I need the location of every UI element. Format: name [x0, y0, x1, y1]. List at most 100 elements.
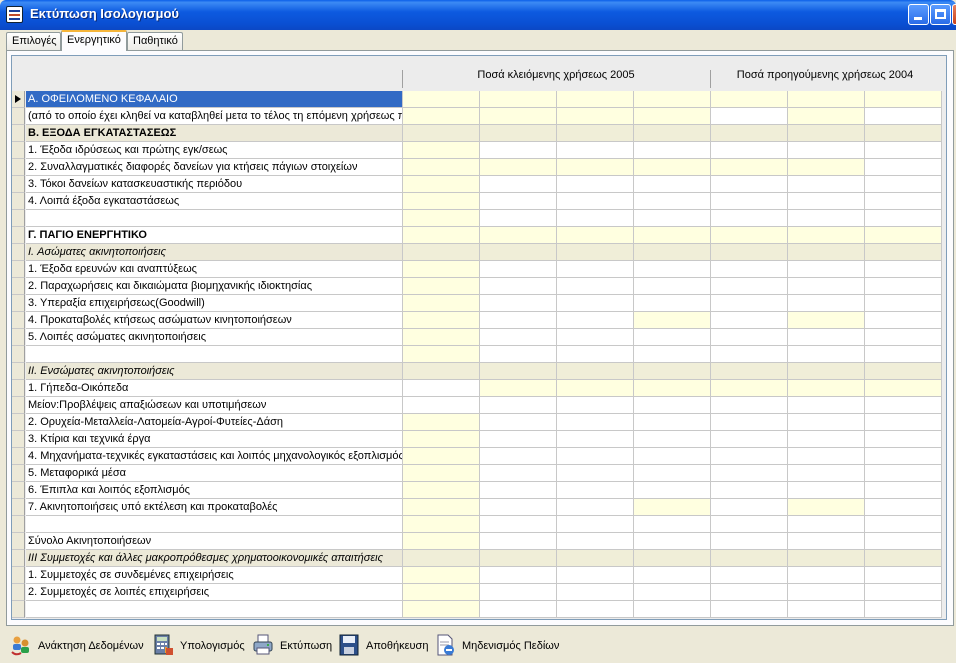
- row-label[interactable]: 4. Προκαταβολές κτήσεως ασώματων κινητοπ…: [26, 312, 403, 329]
- value-cell[interactable]: [403, 516, 480, 533]
- value-cell[interactable]: [865, 482, 942, 499]
- row-label[interactable]: Σύνολο Ακινητοποιήσεων: [26, 533, 403, 550]
- value-cell[interactable]: [480, 159, 557, 176]
- table-row[interactable]: 2. Παραχωρήσεις και δικαιώματα βιομηχανι…: [12, 278, 946, 295]
- value-cell[interactable]: [711, 448, 788, 465]
- value-cell[interactable]: [711, 159, 788, 176]
- row-indicator[interactable]: [12, 601, 25, 618]
- row-indicator[interactable]: [12, 142, 25, 159]
- value-cell[interactable]: [403, 159, 480, 176]
- table-row[interactable]: Α. ΟΦΕΙΛΟΜΕΝΟ ΚΕΦΑΛΑΙΟ: [12, 91, 946, 108]
- row-label[interactable]: (από το οποίο έχει κληθεί να καταβληθεί …: [26, 108, 403, 125]
- row-indicator[interactable]: [12, 329, 25, 346]
- table-row[interactable]: 4. Λοιπά έξοδα εγκαταστάσεως: [12, 193, 946, 210]
- row-label[interactable]: 3. Υπεραξία επιχειρήσεως(Goodwill): [26, 295, 403, 312]
- value-cell[interactable]: [865, 533, 942, 550]
- value-cell[interactable]: [480, 465, 557, 482]
- row-label[interactable]: 1. Έξοδα ερευνών και αναπτύξεως: [26, 261, 403, 278]
- value-cell[interactable]: [711, 346, 788, 363]
- value-cell[interactable]: [557, 176, 634, 193]
- table-row[interactable]: [12, 346, 946, 363]
- row-label[interactable]: Β. ΕΞΟΔΑ ΕΓΚΑΤΑΣΤΑΣΕΩΣ: [26, 125, 403, 142]
- value-cell[interactable]: [788, 431, 865, 448]
- value-cell[interactable]: [865, 227, 942, 244]
- value-cell[interactable]: [557, 312, 634, 329]
- table-row[interactable]: III Συμμετοχές και άλλες μακροπρόθεσμες …: [12, 550, 946, 567]
- value-cell[interactable]: [711, 499, 788, 516]
- value-cell[interactable]: [711, 397, 788, 414]
- table-row[interactable]: 3. Κτίρια και τεχνικά έργα: [12, 431, 946, 448]
- row-indicator[interactable]: [12, 516, 25, 533]
- value-cell[interactable]: [865, 261, 942, 278]
- value-cell[interactable]: [403, 244, 480, 261]
- row-label[interactable]: 2. Συμμετοχές σε λοιπές επιχειρήσεις: [26, 584, 403, 601]
- value-cell[interactable]: [634, 431, 711, 448]
- value-cell[interactable]: [865, 465, 942, 482]
- value-cell[interactable]: [865, 159, 942, 176]
- value-cell[interactable]: [711, 414, 788, 431]
- value-cell[interactable]: [634, 278, 711, 295]
- value-cell[interactable]: [480, 176, 557, 193]
- value-cell[interactable]: [711, 210, 788, 227]
- value-cell[interactable]: [557, 346, 634, 363]
- value-cell[interactable]: [480, 380, 557, 397]
- row-label[interactable]: 2. Παραχωρήσεις και δικαιώματα βιομηχανι…: [26, 278, 403, 295]
- value-cell[interactable]: [403, 414, 480, 431]
- value-cell[interactable]: [557, 295, 634, 312]
- row-indicator[interactable]: [12, 448, 25, 465]
- row-label[interactable]: [26, 516, 403, 533]
- value-cell[interactable]: [634, 210, 711, 227]
- value-cell[interactable]: [557, 142, 634, 159]
- value-cell[interactable]: [557, 567, 634, 584]
- value-cell[interactable]: [711, 278, 788, 295]
- value-cell[interactable]: [634, 159, 711, 176]
- value-cell[interactable]: [788, 159, 865, 176]
- value-cell[interactable]: [557, 261, 634, 278]
- value-cell[interactable]: [634, 465, 711, 482]
- value-cell[interactable]: [634, 533, 711, 550]
- row-indicator[interactable]: [12, 176, 25, 193]
- value-cell[interactable]: [634, 261, 711, 278]
- value-cell[interactable]: [403, 91, 480, 108]
- value-cell[interactable]: [711, 431, 788, 448]
- value-cell[interactable]: [865, 601, 942, 618]
- value-cell[interactable]: [480, 329, 557, 346]
- table-row[interactable]: 5. Μεταφορικά μέσα: [12, 465, 946, 482]
- value-cell[interactable]: [480, 363, 557, 380]
- value-cell[interactable]: [865, 244, 942, 261]
- value-cell[interactable]: [634, 295, 711, 312]
- row-label[interactable]: 1. Γήπεδα-Οικόπεδα: [26, 380, 403, 397]
- row-label[interactable]: [26, 210, 403, 227]
- value-cell[interactable]: [480, 295, 557, 312]
- value-cell[interactable]: [403, 601, 480, 618]
- value-cell[interactable]: [788, 584, 865, 601]
- value-cell[interactable]: [480, 244, 557, 261]
- value-cell[interactable]: [557, 227, 634, 244]
- table-row[interactable]: [12, 601, 946, 618]
- value-cell[interactable]: [557, 465, 634, 482]
- value-cell[interactable]: [480, 499, 557, 516]
- value-cell[interactable]: [403, 397, 480, 414]
- value-cell[interactable]: [634, 329, 711, 346]
- value-cell[interactable]: [634, 414, 711, 431]
- value-cell[interactable]: [634, 601, 711, 618]
- value-cell[interactable]: [711, 363, 788, 380]
- value-cell[interactable]: [480, 516, 557, 533]
- value-cell[interactable]: [634, 380, 711, 397]
- value-cell[interactable]: [788, 329, 865, 346]
- value-cell[interactable]: [788, 448, 865, 465]
- value-cell[interactable]: [480, 278, 557, 295]
- row-label[interactable]: I. Ασώματες ακινητοποιήσεις: [26, 244, 403, 261]
- value-cell[interactable]: [480, 414, 557, 431]
- value-cell[interactable]: [480, 397, 557, 414]
- table-row[interactable]: 7. Ακινητοποιήσεις υπό εκτέλεση και προκ…: [12, 499, 946, 516]
- table-row[interactable]: 1. Συμμετοχές σε συνδεμένες επιχειρήσεις: [12, 567, 946, 584]
- table-row[interactable]: 3. Υπεραξία επιχειρήσεως(Goodwill): [12, 295, 946, 312]
- value-cell[interactable]: [557, 482, 634, 499]
- value-cell[interactable]: [403, 125, 480, 142]
- row-label[interactable]: [26, 346, 403, 363]
- value-cell[interactable]: [865, 431, 942, 448]
- tab-liabilities[interactable]: Παθητικό: [127, 32, 183, 50]
- value-cell[interactable]: [557, 363, 634, 380]
- value-cell[interactable]: [403, 142, 480, 159]
